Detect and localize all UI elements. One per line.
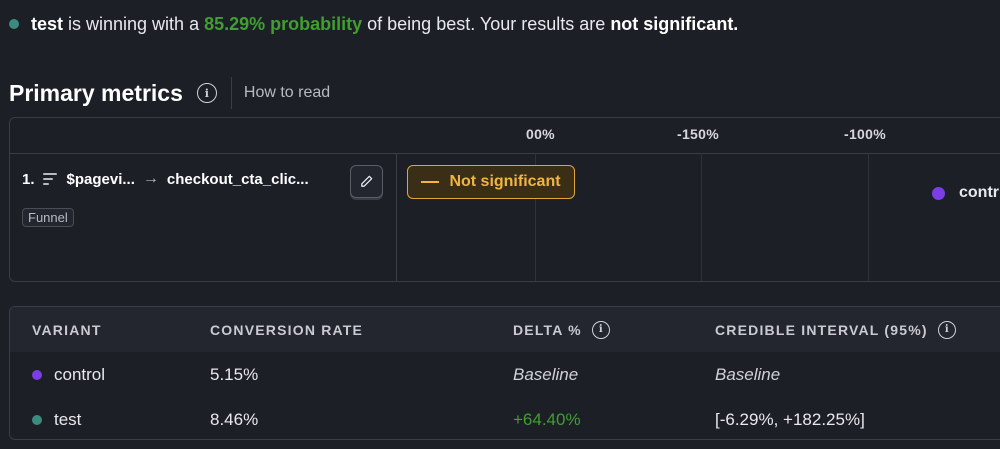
header-divider <box>230 77 232 109</box>
control-legend-dot <box>932 186 945 200</box>
header-credible-interval: CREDIBLE INTERVAL (95%) i <box>715 307 956 352</box>
grid-line <box>701 153 702 281</box>
funnel-step-from: $pagevi... <box>66 170 135 188</box>
header-conversion-rate: CONVERSION RATE <box>210 321 364 338</box>
header-delta: DELTA % i <box>513 307 610 352</box>
info-icon[interactable]: i <box>196 83 217 103</box>
conversion-rate-cell: 8.46% <box>210 409 259 429</box>
funnel-step-to: checkout_cta_clic... <box>166 170 309 188</box>
metric-type-tag: Funnel <box>22 208 74 227</box>
chart-header-divider <box>10 153 1000 154</box>
axis-tick: 00% <box>526 126 555 142</box>
table-row: control 5.15% Baseline Baseline <box>10 352 1000 398</box>
funnel-icon <box>42 173 57 185</box>
variant-cell: test <box>32 397 82 439</box>
control-variant-dot <box>32 369 42 380</box>
winning-variant: test <box>31 13 64 34</box>
axis-tick: -100% <box>844 126 886 142</box>
axis-tick: -150% <box>677 126 719 142</box>
significance-status: not significant. <box>610 13 739 34</box>
test-variant-dot <box>32 414 42 425</box>
delta-cell: +64.40% <box>513 409 581 429</box>
grid-line <box>868 153 869 281</box>
conversion-rate-cell: 5.15% <box>210 364 259 384</box>
metric-chart-panel: 00% -150% -100% 1. $pagevi... → checkout… <box>9 117 1000 282</box>
summary-text-middle: of being best. Your results are <box>367 13 606 34</box>
pencil-icon <box>361 175 373 187</box>
table-row: test 8.46% +64.40% [-6.29%, +182.25%] <box>10 397 1000 439</box>
arrow-right-icon: → <box>142 170 159 187</box>
test-variant-dot <box>9 19 19 29</box>
significance-badge: Not significant <box>407 165 575 199</box>
variant-cell: control <box>32 352 105 397</box>
primary-metrics-header: Primary metrics i How to read <box>9 77 330 109</box>
metric-column-divider <box>396 153 397 281</box>
dash-icon <box>421 181 440 183</box>
delta-cell: Baseline <box>513 364 579 384</box>
metric-title: 1. $pagevi... → checkout_cta_clic... <box>22 170 309 188</box>
info-icon[interactable]: i <box>591 320 610 339</box>
header-variant: VARIANT <box>32 321 102 338</box>
header-delta-label: DELTA % <box>513 321 582 338</box>
credible-interval-cell: [-6.29%, +182.25%] <box>715 409 865 429</box>
win-probability: 85.29% probability <box>204 13 363 34</box>
edit-metric-button[interactable] <box>350 165 383 198</box>
primary-metrics-title: Primary metrics <box>9 79 183 106</box>
winner-summary: test is winning with a 85.29% probabilit… <box>9 12 738 36</box>
variant-name: test <box>54 409 82 429</box>
info-icon[interactable]: i <box>937 320 956 339</box>
header-credible-interval-label: CREDIBLE INTERVAL (95%) <box>715 321 928 338</box>
how-to-read-link[interactable]: How to read <box>244 84 330 102</box>
summary-text-before: is winning with a <box>68 13 200 34</box>
variant-name: control <box>54 364 106 384</box>
metric-number: 1. <box>22 170 35 188</box>
table-header-row: VARIANT CONVERSION RATE DELTA % i CREDIB… <box>10 307 1000 353</box>
credible-interval-cell: Baseline <box>715 364 781 384</box>
legend-label: contr <box>959 184 999 201</box>
chart-legend-control: contr <box>932 184 999 202</box>
significance-badge-label: Not significant <box>449 173 561 190</box>
results-table: VARIANT CONVERSION RATE DELTA % i CREDIB… <box>9 306 1000 440</box>
